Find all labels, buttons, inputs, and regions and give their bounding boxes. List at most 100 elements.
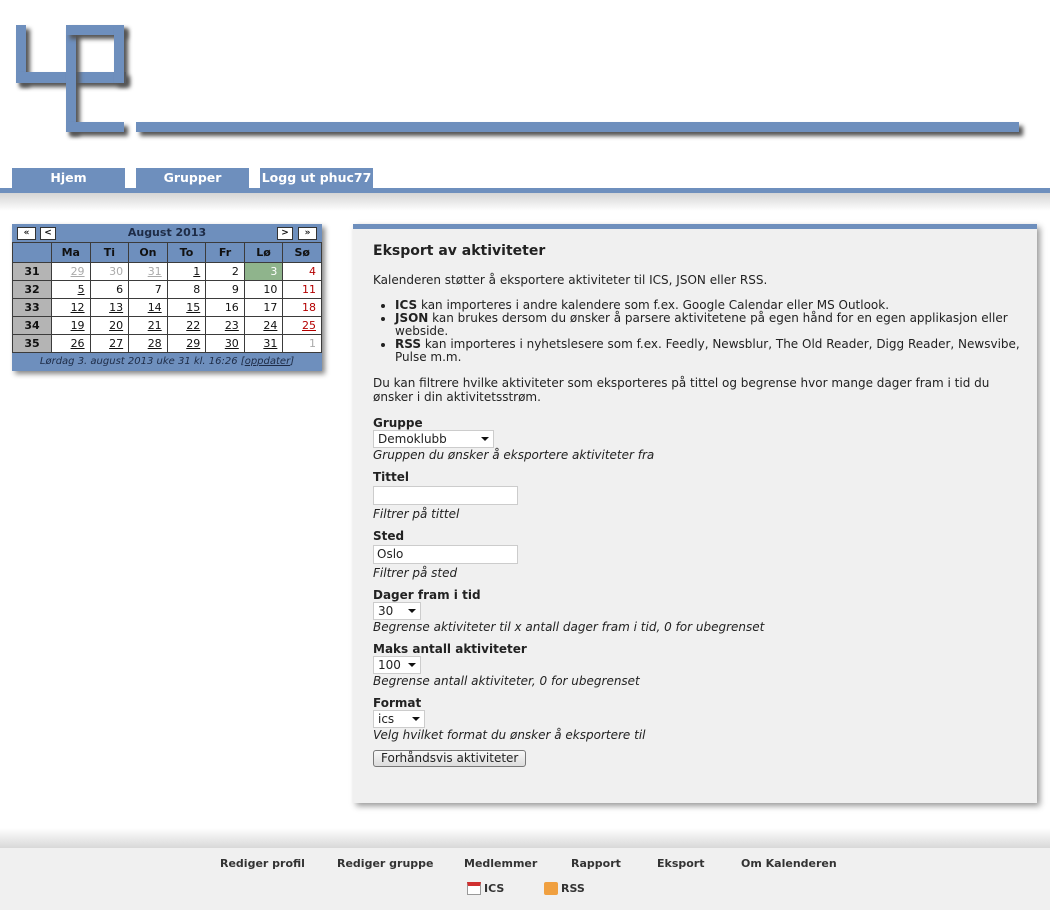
logo-underline — [136, 122, 1019, 132]
page-title: Eksport av aktiviteter — [373, 243, 546, 259]
title-input[interactable] — [373, 486, 518, 505]
last-month-button[interactable]: » — [298, 227, 317, 240]
group-field: Gruppe Demoklubb Gruppen du ønsker å eks… — [373, 416, 1023, 462]
calendar-day: 1 — [282, 334, 322, 353]
weekday-header: Ti — [89, 242, 130, 263]
weekday-header: To — [166, 242, 207, 263]
calendar-day-today: 3 — [243, 262, 284, 281]
list-item: RSS kan importeres i nyhetslesere som f.… — [395, 338, 1023, 364]
calendar-day[interactable]: 29 — [51, 262, 91, 281]
footer-link-edit-group[interactable]: Rediger gruppe — [337, 857, 434, 870]
calendar-week-row: 33 12 13 14 15 16 17 18 — [12, 298, 322, 317]
calendar-day[interactable]: 30 — [205, 334, 245, 353]
export-panel: Eksport av aktiviteter Kalenderen støtte… — [353, 224, 1037, 803]
calendar-day: 16 — [205, 298, 245, 317]
format-select[interactable]: ics — [373, 710, 425, 728]
nav-shadow — [0, 193, 1050, 211]
calendar-footer: Lørdag 3. august 2013 uke 31 kl. 16:26 [… — [39, 356, 295, 367]
footer-link-edit-profile[interactable]: Rediger profil — [220, 857, 305, 870]
preview-button[interactable]: Forhåndsvis aktiviteter — [373, 750, 527, 767]
update-link[interactable]: oppdater — [245, 356, 290, 367]
select-value: 30 — [378, 604, 394, 618]
week-number: 34 — [12, 316, 52, 335]
calendar-day: 8 — [166, 280, 207, 299]
tab-logout[interactable]: Logg ut phuc77 — [260, 168, 373, 188]
week-number: 33 — [12, 298, 52, 317]
calendar-week-row: 31 29 30 31 1 2 3 4 — [12, 262, 322, 281]
footer: Rediger profil Rediger gruppe Medlemmer … — [0, 848, 1050, 910]
field-help: Velg hvilket format du ønsker å eksporte… — [373, 728, 646, 742]
max-select[interactable]: 100 — [373, 656, 421, 674]
days-select[interactable]: 30 — [373, 602, 421, 620]
ics-feed-link[interactable]: ICS — [467, 881, 504, 896]
footer-link-members[interactable]: Medlemmer — [464, 857, 537, 870]
calendar-day[interactable]: 14 — [128, 298, 168, 317]
format-name: RSS — [395, 337, 421, 351]
weekday-header: Fr — [205, 242, 245, 263]
footer-link-export[interactable]: Eksport — [657, 857, 705, 870]
field-help: Filtrer på tittel — [373, 507, 460, 521]
calendar-day[interactable]: 29 — [166, 334, 207, 353]
select-value: ics — [378, 712, 395, 726]
calendar-day[interactable]: 12 — [51, 298, 91, 317]
format-name: ICS — [395, 298, 418, 312]
field-label: Format — [373, 696, 422, 710]
logo-bar — [114, 25, 124, 83]
calendar-day[interactable]: 1 — [166, 262, 207, 281]
select-value: Demoklubb — [378, 432, 447, 446]
rss-feed-link[interactable]: RSS — [544, 881, 585, 896]
format-description: kan importeres i andre kalendere som f.e… — [417, 298, 890, 312]
site-logo[interactable] — [0, 0, 1050, 145]
next-month-button[interactable]: > — [277, 227, 293, 240]
calendar-day[interactable]: 28 — [128, 334, 168, 353]
field-help: Filtrer på sted — [373, 566, 458, 580]
calendar-day[interactable]: 23 — [205, 316, 245, 335]
week-number: 35 — [12, 334, 52, 353]
calendar-header: « < August 2013 > » — [12, 224, 322, 242]
footer-link-report[interactable]: Rapport — [571, 857, 621, 870]
tab-home[interactable]: Hjem — [12, 168, 125, 188]
intro-text: Kalenderen støtter å eksportere aktivite… — [373, 273, 768, 287]
calendar-day[interactable]: 19 — [51, 316, 91, 335]
calendar-day: 30 — [89, 262, 130, 281]
calendar-day: 18 — [282, 298, 322, 317]
calendar-day[interactable]: 5 — [51, 280, 91, 299]
max-field: Maks antall aktiviteter 100 Begrense ant… — [373, 642, 1023, 688]
calendar-day[interactable]: 31 — [128, 262, 168, 281]
weekday-header: Sø — [282, 242, 322, 263]
calendar-day[interactable]: 25 — [282, 316, 322, 335]
field-help: Gruppen du ønsker å eksportere aktivitet… — [373, 448, 655, 462]
calendar-week-row: 32 5 6 7 8 9 10 11 — [12, 280, 322, 299]
place-field: Sted Oslo Filtrer på sted — [373, 529, 1023, 580]
calendar-day[interactable]: 26 — [51, 334, 91, 353]
chevron-down-icon — [412, 717, 420, 721]
calendar-day[interactable]: 13 — [89, 298, 130, 317]
week-column-header — [12, 242, 52, 263]
calendar-day[interactable]: 31 — [243, 334, 284, 353]
place-input[interactable]: Oslo — [373, 545, 518, 564]
field-help: Begrense aktiviteter til x antall dager … — [373, 620, 765, 634]
feed-label: RSS — [561, 882, 585, 895]
weekday-row: Ma Ti On To Fr Lø Sø — [12, 242, 322, 263]
footer-link-about[interactable]: Om Kalenderen — [741, 857, 837, 870]
calendar-day[interactable]: 27 — [89, 334, 130, 353]
calendar-day[interactable]: 21 — [128, 316, 168, 335]
title-field: Tittel Filtrer på tittel — [373, 470, 1023, 521]
tab-groups[interactable]: Grupper — [136, 168, 249, 188]
calendar-grid: Ma Ti On To Fr Lø Sø 31 29 30 31 1 2 3 4… — [12, 242, 322, 353]
calendar-week-row: 35 26 27 28 29 30 31 1 — [12, 334, 322, 353]
group-select[interactable]: Demoklubb — [373, 430, 494, 448]
calendar-day[interactable]: 20 — [89, 316, 130, 335]
tab-label: Logg ut phuc77 — [261, 170, 372, 185]
calendar-title: August 2013 — [127, 226, 207, 239]
chevron-down-icon — [408, 609, 416, 613]
calendar-day: 11 — [282, 280, 322, 299]
calendar-day[interactable]: 22 — [166, 316, 207, 335]
calendar-day[interactable]: 24 — [243, 316, 284, 335]
field-label: Maks antall aktiviteter — [373, 642, 527, 656]
calendar-day[interactable]: 15 — [166, 298, 207, 317]
tab-label: Grupper — [163, 170, 222, 185]
weekday-header: Ma — [51, 242, 91, 263]
calendar-day: 9 — [205, 280, 245, 299]
footer-shadow — [0, 828, 1050, 848]
